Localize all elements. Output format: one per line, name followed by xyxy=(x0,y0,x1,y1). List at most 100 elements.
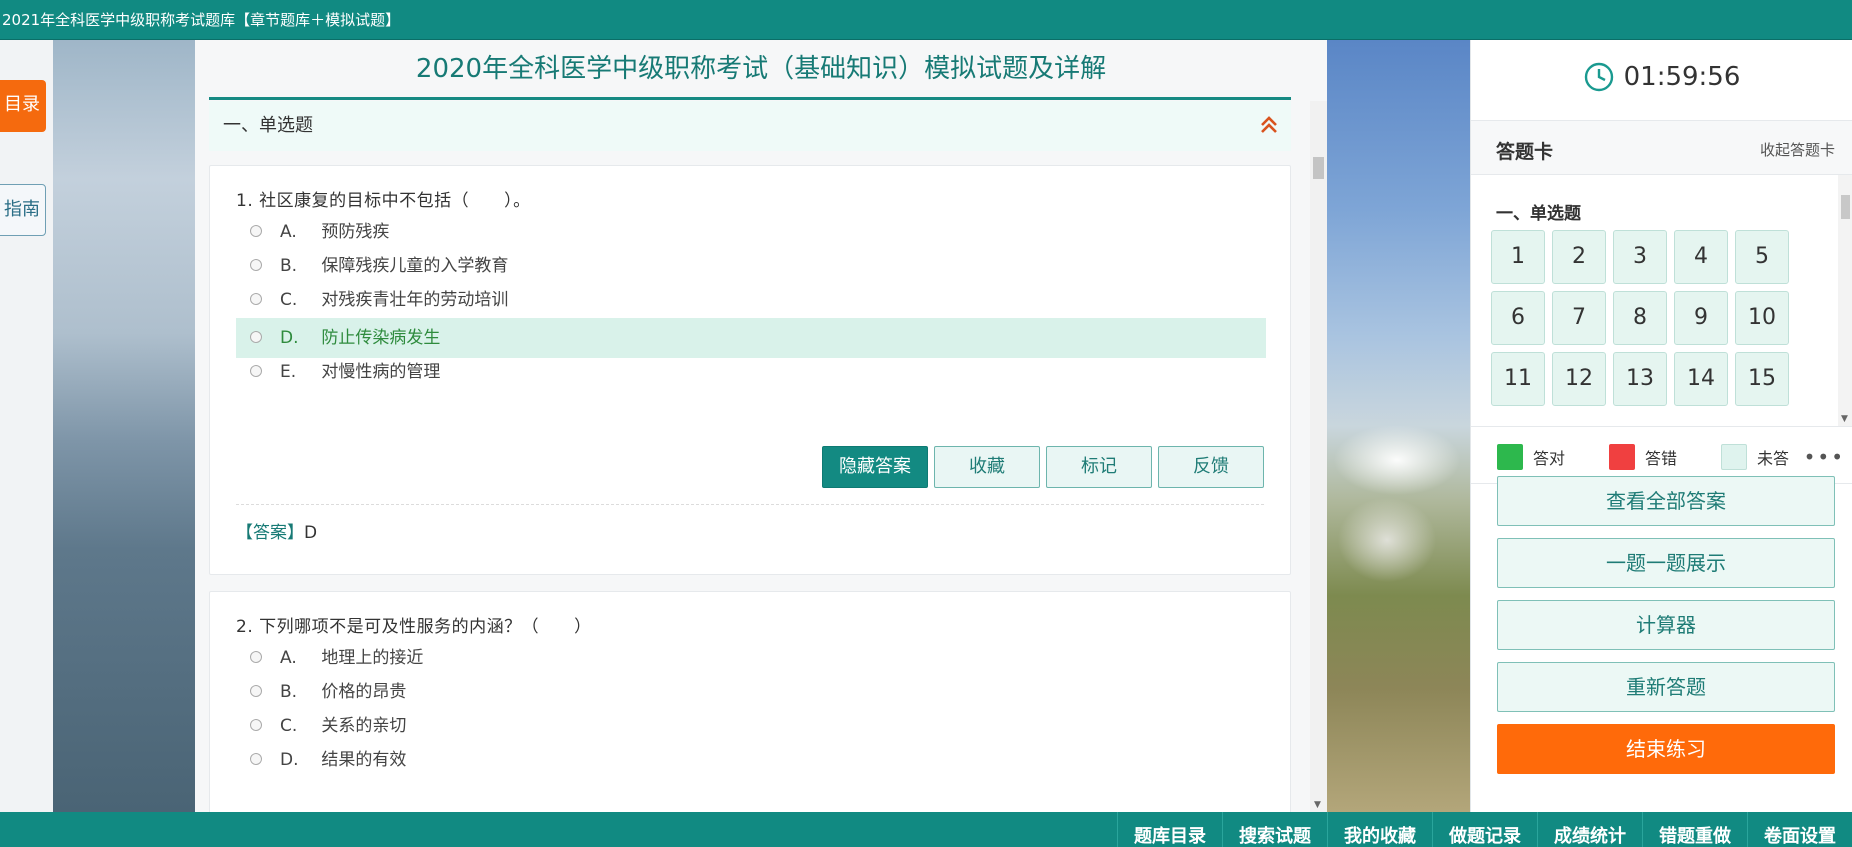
question-number-11[interactable]: 11 xyxy=(1491,352,1545,406)
restart-button[interactable]: 重新答题 xyxy=(1497,662,1835,712)
option-text: 保障残疾儿童的入学教育 xyxy=(321,256,509,276)
double-chevron-up-icon[interactable] xyxy=(1259,115,1279,135)
option-text: 关系的亲切 xyxy=(321,716,407,736)
legend-swatch-correct xyxy=(1497,444,1523,470)
favorite-button[interactable]: 收藏 xyxy=(934,446,1040,488)
scrollbar-thumb[interactable] xyxy=(1313,157,1324,179)
bottom-nav: 题库目录 搜索试题 我的收藏 做题记录 成绩统计 错题重做 卷面设置 xyxy=(1117,812,1852,847)
answer-tag: 【答案】 xyxy=(236,523,304,543)
option-d[interactable]: D. 结果的有效 xyxy=(236,740,1266,780)
left-strip xyxy=(0,40,53,812)
option-text: 预防残疾 xyxy=(321,222,390,242)
answer-value: D xyxy=(304,523,318,543)
legend-unanswered: 未答 xyxy=(1721,444,1789,470)
question-card-1: 1. 社区康复的目标中不包括（ ）。 A. 预防残疾 B. 保障残疾儿童的入学教… xyxy=(209,165,1291,575)
nav-favorites[interactable]: 我的收藏 xyxy=(1327,812,1432,847)
question-number-2[interactable]: 2 xyxy=(1552,230,1606,284)
legend-swatch-unanswered xyxy=(1721,444,1747,470)
question-scrollbar[interactable]: ▼ xyxy=(1310,101,1327,812)
nav-stats[interactable]: 成绩统计 xyxy=(1537,812,1642,847)
radio-icon[interactable] xyxy=(250,259,262,271)
divider xyxy=(236,504,1264,505)
option-text: 防止传染病发生 xyxy=(321,328,441,348)
option-text: 价格的昂贵 xyxy=(321,682,407,702)
legend-swatch-wrong xyxy=(1609,444,1635,470)
legend-wrong: 答错 xyxy=(1609,444,1677,470)
option-letter: E. xyxy=(280,362,297,382)
section-header[interactable]: 一、单选题 xyxy=(209,101,1291,151)
clock-icon xyxy=(1584,62,1613,92)
radio-icon[interactable] xyxy=(250,685,262,697)
radio-icon[interactable] xyxy=(250,651,262,663)
nav-redo-wrong[interactable]: 错题重做 xyxy=(1642,812,1747,847)
scrollbar-thumb[interactable] xyxy=(1841,195,1850,219)
mark-button[interactable]: 标记 xyxy=(1046,446,1152,488)
question-number-8[interactable]: 8 xyxy=(1613,291,1667,345)
radio-icon[interactable] xyxy=(250,365,262,377)
question-number-14[interactable]: 14 xyxy=(1674,352,1728,406)
question-number-4[interactable]: 4 xyxy=(1674,230,1728,284)
question-number-3[interactable]: 3 xyxy=(1613,230,1667,284)
scroll-down-arrow-icon[interactable]: ▼ xyxy=(1841,414,1848,424)
option-text: 结果的有效 xyxy=(321,750,407,770)
question-number-5[interactable]: 5 xyxy=(1735,230,1789,284)
question-number-13[interactable]: 13 xyxy=(1613,352,1667,406)
question-stem: 2. 下列哪项不是可及性服务的内涵？（ ） xyxy=(236,617,592,637)
radio-icon[interactable] xyxy=(250,225,262,237)
window-title: 2021年全科医学中级职称考试题库【章节题库＋模拟试题】 xyxy=(2,11,401,29)
section-title: 一、单选题 xyxy=(223,115,313,136)
legend-label: 未答 xyxy=(1757,449,1790,468)
more-icon[interactable]: ••• xyxy=(1804,445,1845,469)
answer-card-body: 一、单选题 1 2 3 4 5 6 7 8 9 10 11 12 13 14 1… xyxy=(1471,175,1852,426)
calculator-button[interactable]: 计算器 xyxy=(1497,600,1835,650)
option-text: 对残疾青壮年的劳动培训 xyxy=(321,290,509,310)
catalog-button[interactable]: 目录 xyxy=(0,80,46,132)
collapse-card-link[interactable]: 收起答题卡 xyxy=(1760,139,1835,160)
answer-card-header: 答题卡 收起答题卡 xyxy=(1471,120,1852,175)
radio-icon[interactable] xyxy=(250,719,262,731)
hide-answer-button[interactable]: 隐藏答案 xyxy=(822,446,928,488)
background-image-right xyxy=(1327,40,1470,812)
question-panel: 2020年全科医学中级职称考试（基础知识）模拟试题及详解 一、单选题 1. 社区… xyxy=(195,40,1327,812)
view-all-answers-button[interactable]: 查看全部答案 xyxy=(1497,476,1835,526)
page-title: 2020年全科医学中级职称考试（基础知识）模拟试题及详解 xyxy=(195,40,1327,98)
question-number-12[interactable]: 12 xyxy=(1552,352,1606,406)
guide-button[interactable]: 指南 xyxy=(0,184,46,236)
option-c[interactable]: C. 对残疾青壮年的劳动培训 xyxy=(236,280,1266,320)
question-number-6[interactable]: 6 xyxy=(1491,291,1545,345)
scroll-down-arrow-icon[interactable]: ▼ xyxy=(1314,800,1321,810)
question-number-1[interactable]: 1 xyxy=(1491,230,1545,284)
answer-card-title: 答题卡 xyxy=(1496,141,1554,163)
question-stem: 1. 社区康复的目标中不包括（ ）。 xyxy=(236,191,531,211)
nav-history[interactable]: 做题记录 xyxy=(1432,812,1537,847)
one-by-one-button[interactable]: 一题一题展示 xyxy=(1497,538,1835,588)
radio-icon[interactable] xyxy=(250,753,262,765)
legend-label: 答对 xyxy=(1533,449,1566,468)
option-text: 地理上的接近 xyxy=(321,648,424,668)
title-divider xyxy=(209,97,1291,100)
legend-correct: 答对 xyxy=(1497,444,1565,470)
nav-search[interactable]: 搜索试题 xyxy=(1222,812,1327,847)
feedback-button[interactable]: 反馈 xyxy=(1158,446,1264,488)
nav-settings[interactable]: 卷面设置 xyxy=(1747,812,1852,847)
answer-line: 【答案】D xyxy=(236,518,317,543)
option-text: 对慢性病的管理 xyxy=(321,362,441,382)
timer: 01:59:56 xyxy=(1471,40,1852,120)
bottom-nav-bar: 题库目录 搜索试题 我的收藏 做题记录 成绩统计 错题重做 卷面设置 xyxy=(0,812,1852,847)
radio-icon[interactable] xyxy=(250,331,262,343)
question-number-7[interactable]: 7 xyxy=(1552,291,1606,345)
card-section-title: 一、单选题 xyxy=(1496,204,1581,224)
question-number-15[interactable]: 15 xyxy=(1735,352,1789,406)
timer-value: 01:59:56 xyxy=(1623,62,1741,92)
answer-card-panel: 01:59:56 答题卡 收起答题卡 一、单选题 1 2 3 4 5 6 7 8… xyxy=(1470,40,1852,812)
end-practice-button[interactable]: 结束练习 xyxy=(1497,724,1835,774)
radio-icon[interactable] xyxy=(250,293,262,305)
question-card-2: 2. 下列哪项不是可及性服务的内涵？（ ） A. 地理上的接近 B. 价格的昂贵… xyxy=(209,591,1291,812)
question-number-10[interactable]: 10 xyxy=(1735,291,1789,345)
option-letter: D. xyxy=(280,750,299,770)
answer-card-scrollbar[interactable]: ▼ xyxy=(1838,175,1852,426)
nav-catalog[interactable]: 题库目录 xyxy=(1117,812,1222,847)
window-title-bar: 2021年全科医学中级职称考试题库【章节题库＋模拟试题】 xyxy=(0,0,1852,40)
option-e[interactable]: E. 对慢性病的管理 xyxy=(236,352,1266,392)
question-number-9[interactable]: 9 xyxy=(1674,291,1728,345)
